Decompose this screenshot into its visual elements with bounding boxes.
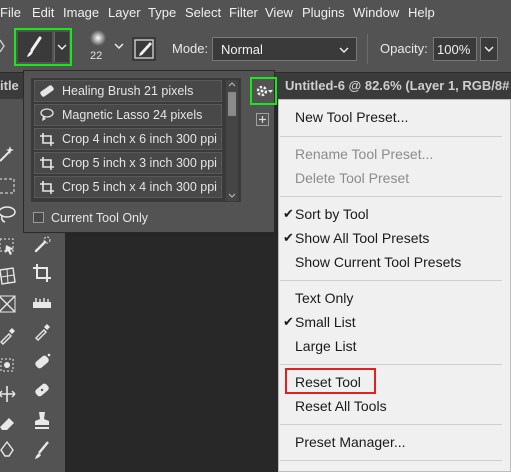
spot-healing-brush-icon[interactable] <box>31 351 53 373</box>
menu-item-large-list[interactable]: Large List <box>295 338 356 354</box>
slice-icon[interactable] <box>0 293 18 315</box>
opacity-field[interactable]: 100% <box>433 37 477 61</box>
opacity-value: 100% <box>437 42 471 57</box>
brush-icon[interactable] <box>31 439 53 461</box>
checkmark-icon: ✔ <box>283 206 294 221</box>
menu-item-preset-manager[interactable]: Preset Manager... <box>295 434 406 450</box>
divider <box>367 34 368 64</box>
list-item-label: Crop 5 inch x 3 inch 300 ppi <box>62 156 217 170</box>
list-item[interactable]: Healing Brush 21 pixels <box>34 80 222 102</box>
lasso-icon[interactable] <box>0 203 18 225</box>
list-item[interactable]: Magnetic Lasso 24 pixels <box>34 104 222 126</box>
current-tool-only-label: Current Tool Only <box>51 211 149 225</box>
list-item-label: Crop 5 inch x 4 inch 300 ppi <box>62 180 217 194</box>
quick-selection-icon[interactable] <box>31 233 53 255</box>
content-aware-move-icon[interactable] <box>0 383 18 405</box>
menu-file[interactable]: File <box>0 5 21 20</box>
menu-item-text-only[interactable]: Text Only <box>295 290 353 306</box>
menu-filter[interactable]: Filter <box>229 5 258 20</box>
crop-icon <box>39 156 55 170</box>
menu-view[interactable]: View <box>265 5 293 20</box>
menu-item-reset-tool[interactable]: Reset Tool <box>295 374 361 390</box>
menu-select[interactable]: Select <box>185 5 221 20</box>
menu-item-show-all-tool-presets[interactable]: Show All Tool Presets <box>295 230 429 246</box>
menu-item-rename-tool-preset[interactable]: Rename Tool Preset... <box>295 146 433 162</box>
menu-divider <box>280 136 502 137</box>
document-tab[interactable]: Untitled-6 @ 82.6% (Layer 1, RGB/8# <box>285 78 509 93</box>
magnetic-lasso-icon <box>39 108 55 122</box>
menu-item-small-list[interactable]: Small List <box>295 314 356 330</box>
tool-preset-picker[interactable] <box>14 28 72 66</box>
marquee-icon[interactable] <box>0 175 18 197</box>
document-tab-partial[interactable]: itle <box>0 78 19 93</box>
menu-item-sort-by-tool[interactable]: Sort by Tool <box>295 206 369 222</box>
chevron-down-icon <box>339 47 349 53</box>
current-tool-only-checkbox[interactable] <box>33 212 44 223</box>
menu-type[interactable]: Type <box>148 5 176 20</box>
menu-bar: File Edit Image Layer Type Select Filter… <box>0 0 511 25</box>
mode-select[interactable]: Normal <box>212 37 357 61</box>
brush-settings-icon[interactable] <box>132 37 156 61</box>
magic-wand-icon[interactable] <box>0 143 18 165</box>
list-item[interactable]: Crop 5 inch x 4 inch 300 ppi <box>34 176 222 198</box>
menu-plugins[interactable]: Plugins <box>302 5 345 20</box>
menu-item-new-tool-preset[interactable]: New Tool Preset... <box>295 109 408 125</box>
color-sampler-icon[interactable] <box>0 354 18 376</box>
opacity-label: Opacity: <box>380 41 428 56</box>
eyedropper-icon[interactable] <box>31 321 53 343</box>
eyedropper-icon[interactable] <box>0 325 18 347</box>
list-item[interactable]: Crop 4 inch x 6 inch 300 ppi <box>34 128 222 150</box>
healing-brush-icon <box>39 84 55 98</box>
crop-icon <box>39 132 55 146</box>
menu-help[interactable]: Help <box>408 5 435 20</box>
healing-brush-icon[interactable] <box>31 379 53 401</box>
list-item-label: Healing Brush 21 pixels <box>62 84 194 98</box>
brush-preset-picker[interactable] <box>88 28 108 48</box>
new-preset-icon[interactable] <box>256 113 269 126</box>
pen-icon[interactable] <box>0 439 18 461</box>
menu-edit[interactable]: Edit <box>32 5 54 20</box>
menu-divider <box>280 364 502 365</box>
ruler-icon[interactable] <box>31 291 53 313</box>
list-item-label: Crop 4 inch x 6 inch 300 ppi <box>62 132 217 146</box>
menu-item-reset-all-tools[interactable]: Reset All Tools <box>295 398 387 414</box>
menu-image[interactable]: Image <box>63 5 99 20</box>
menu-divider <box>280 460 502 461</box>
opacity-dropdown-button[interactable] <box>480 37 498 61</box>
object-select-icon[interactable] <box>0 235 18 257</box>
list-item[interactable]: Crop 5 inch x 3 inch 300 ppi <box>34 152 222 174</box>
list-item-label: Magnetic Lasso 24 pixels <box>62 108 203 122</box>
scrollbar-thumb[interactable] <box>228 92 236 116</box>
crop-icon[interactable] <box>31 262 53 284</box>
mode-value: Normal <box>221 42 263 57</box>
menu-divider <box>280 424 502 425</box>
tool-preset-list: Healing Brush 21 pixels Magnetic Lasso 2… <box>31 78 241 202</box>
panel-menu-button[interactable] <box>250 77 277 105</box>
menu-divider <box>280 280 502 281</box>
eraser-icon[interactable] <box>0 412 18 434</box>
menu-item-show-current-tool-presets[interactable]: Show Current Tool Presets <box>295 254 461 270</box>
mode-label: Mode: <box>172 41 209 56</box>
menu-layer[interactable]: Layer <box>108 5 141 20</box>
checkmark-icon: ✔ <box>283 230 294 245</box>
menu-window[interactable]: Window <box>353 5 399 20</box>
chevron-down-icon <box>54 32 69 62</box>
perspective-crop-icon[interactable] <box>0 265 18 287</box>
gear-icon <box>256 85 273 97</box>
chevron-down-icon[interactable] <box>113 40 125 52</box>
crop-icon <box>39 180 55 194</box>
clone-stamp-icon[interactable] <box>31 409 53 431</box>
brush-tool-icon <box>18 32 52 62</box>
options-bar-grip-icon <box>0 36 8 56</box>
brush-size-label: 22 <box>90 50 103 62</box>
menu-divider <box>280 196 502 197</box>
menu-item-delete-tool-preset[interactable]: Delete Tool Preset <box>295 170 409 186</box>
checkmark-icon: ✔ <box>283 314 294 329</box>
